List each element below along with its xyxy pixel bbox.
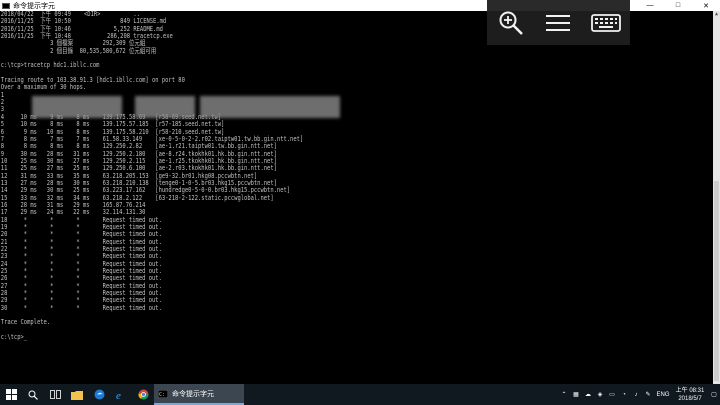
clock[interactable]: 上午 08:31 2018/5/7 <box>672 387 708 403</box>
notification-center-icon[interactable]: ▢ <box>708 391 720 398</box>
keyboard-button[interactable] <box>586 3 626 43</box>
minimize-button[interactable]: — <box>636 0 664 11</box>
console-line: Trace Complete. <box>0 318 51 327</box>
edge-browser-icon <box>94 389 104 400</box>
hamburger-menu-icon <box>546 14 571 31</box>
pen-ink-icon[interactable]: ✎ <box>642 391 654 398</box>
console-scrollbar[interactable]: ▲ <box>713 11 720 384</box>
clock-time: 上午 08:31 <box>675 387 705 394</box>
scroll-up-arrow-icon[interactable]: ▲ <box>713 11 720 18</box>
task-view-icon <box>49 390 61 399</box>
close-button[interactable]: ✕ <box>692 0 720 11</box>
chrome-button[interactable] <box>132 384 154 405</box>
volume-icon[interactable]: ♪ <box>630 392 642 398</box>
scrollbar-thumb[interactable] <box>714 181 719 381</box>
cmd-app-icon: C: <box>158 389 168 398</box>
svg-text:e: e <box>116 390 121 400</box>
redacted-hop-hostnames <box>200 96 340 118</box>
internet-explorer-icon: e <box>116 390 121 400</box>
show-hidden-icons-chevron-icon[interactable]: ⌃ <box>558 391 570 398</box>
edge-button[interactable] <box>88 384 110 405</box>
usb-device-icon[interactable]: ▭ <box>606 391 618 398</box>
console-line: c:\tcp>_ <box>0 333 28 342</box>
redacted-hop-times <box>32 96 122 118</box>
windows-taskbar: e C: 命令提示字元 ⌃ ▦ ☁ ◈ ▭ ◔ ♪ ✎ ENG 上午 08:31… <box>0 384 720 405</box>
search-button[interactable] <box>22 384 44 405</box>
console-output[interactable]: 2018/04/22 下午 09:49 <DIR> .. 2016/11/25 下… <box>0 11 713 384</box>
search-icon <box>28 390 38 400</box>
console-line: 30 * * * Request timed out. <box>0 303 162 312</box>
console-line: c:\tcp>tracetcp hdc1.ibllc.com <box>0 61 100 70</box>
ie-button[interactable]: e <box>110 384 132 405</box>
taskbar-app-label: 命令提示字元 <box>172 390 214 398</box>
task-view-button[interactable] <box>44 384 66 405</box>
taskbar-app-command-prompt[interactable]: C: 命令提示字元 <box>154 384 244 405</box>
chrome-browser-icon <box>138 389 148 400</box>
system-tray: ⌃ ▦ ☁ ◈ ▭ ◔ ♪ ✎ ENG 上午 08:31 2018/5/7 ▢ <box>558 384 720 405</box>
ime-label[interactable]: ENG <box>654 392 672 398</box>
file-explorer-button[interactable] <box>66 384 88 405</box>
network-icon[interactable]: ▦ <box>570 391 582 398</box>
antivirus-shield-icon[interactable]: ◈ <box>594 391 606 398</box>
redacted-hop-addresses <box>135 96 195 118</box>
svg-text:C:: C: <box>159 392 165 398</box>
console-line: 2 個目錄 80,535,580,672 位元組可用 <box>0 46 157 55</box>
clock-date: 2018/5/7 <box>678 395 702 402</box>
zoom-in-button[interactable] <box>491 3 531 43</box>
menu-button[interactable] <box>538 3 578 43</box>
console-line: Over a maximum of 30 hops. <box>0 83 87 92</box>
maximize-button[interactable]: □ <box>664 0 692 11</box>
start-button[interactable] <box>0 384 22 405</box>
folder-icon <box>71 390 83 400</box>
cmd-app-icon <box>2 2 10 9</box>
windows-logo-icon <box>5 389 17 400</box>
wifi-icon[interactable]: ◔ <box>618 392 630 398</box>
zoom-in-icon <box>499 11 523 35</box>
onedrive-cloud-icon[interactable]: ☁ <box>582 391 594 398</box>
remote-control-overlay <box>487 0 630 45</box>
keyboard-icon <box>591 13 622 32</box>
